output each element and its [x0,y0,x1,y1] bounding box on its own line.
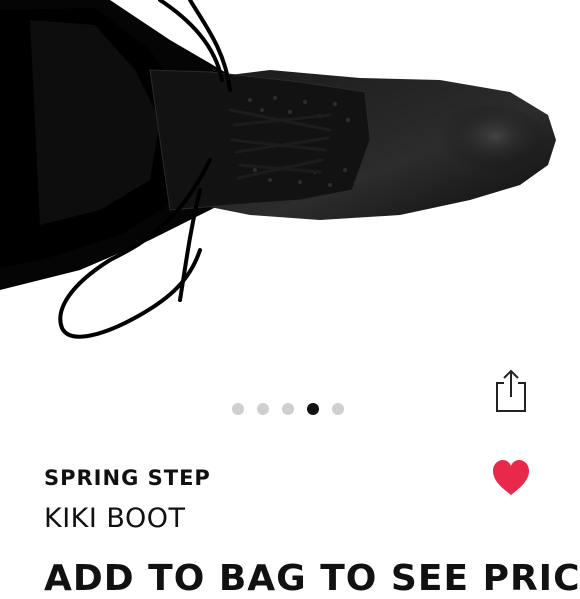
add-to-bag-price-link[interactable]: ADD TO BAG TO SEE PRICE [44,558,580,599]
boot-illustration [0,0,556,339]
favorite-button[interactable] [488,456,534,500]
carousel-dot-4[interactable] [307,403,319,415]
carousel-dot-5[interactable] [332,403,344,415]
product-name: KIKI BOOT [44,503,186,534]
share-button[interactable] [490,366,532,416]
heart-icon [493,460,529,495]
carousel-dot-1[interactable] [232,403,244,415]
share-icon [496,369,526,412]
carousel-dot-3[interactable] [282,403,294,415]
carousel-dots [232,403,344,415]
product-image[interactable] [0,0,580,350]
brand-name: SPRING STEP [44,466,211,490]
carousel-dot-2[interactable] [257,403,269,415]
